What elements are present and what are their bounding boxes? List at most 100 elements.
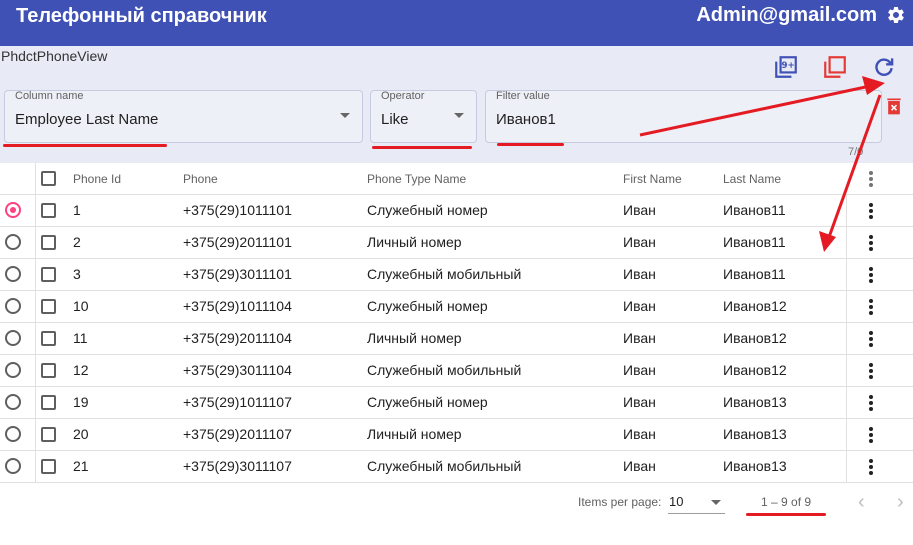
more-vert-icon[interactable] (865, 362, 877, 380)
delete-filter-icon[interactable] (884, 96, 904, 116)
row-select-radio[interactable] (5, 362, 21, 378)
more-vert-icon[interactable] (865, 426, 877, 444)
header-phone[interactable]: Phone (183, 172, 218, 186)
cell-first-name: Иван (623, 426, 656, 442)
row-checkbox[interactable] (41, 427, 56, 442)
column-divider (35, 451, 36, 482)
cell-phone: +375(29)2011104 (183, 330, 292, 346)
cell-first-name: Иван (623, 266, 656, 282)
app-title: Телефонный справочник (16, 5, 267, 27)
more-vert-icon[interactable] (865, 266, 877, 284)
select-all-checkbox[interactable] (41, 171, 56, 186)
view-name: PhdctPhoneView (1, 48, 108, 64)
column-divider (846, 259, 847, 290)
cell-last-name: Иванов12 (723, 362, 787, 378)
cell-last-name: Иванов13 (723, 458, 787, 474)
row-select-radio[interactable] (5, 458, 21, 474)
cell-last-name: Иванов12 (723, 330, 787, 346)
cell-phone-type: Личный номер (367, 426, 462, 442)
cell-first-name: Иван (623, 202, 656, 218)
column-divider (35, 259, 36, 290)
cell-phone-type: Служебный номер (367, 202, 488, 218)
refresh-icon[interactable] (871, 54, 897, 80)
row-checkbox[interactable] (41, 203, 56, 218)
header-first-name[interactable]: First Name (623, 172, 682, 186)
cell-first-name: Иван (623, 458, 656, 474)
page-size-select[interactable]: 10 (668, 493, 725, 514)
cell-phone-id: 19 (73, 394, 89, 410)
column-name-select[interactable]: Column name Employee Last Name (4, 90, 363, 143)
user-email[interactable]: Admin@gmail.com (696, 4, 877, 27)
cell-last-name: Иванов13 (723, 426, 787, 442)
table-row[interactable]: 12 +375(29)3011104 Служебный мобильный Иван… (0, 355, 913, 387)
column-name-value: Employee Last Name (15, 111, 159, 128)
operator-value: Like (381, 111, 409, 128)
row-select-radio[interactable] (5, 394, 21, 410)
table-row[interactable]: 3 +375(29)3011101 Служебный мобильный Иван И… (0, 259, 913, 291)
filter-value-label: Filter value (496, 90, 550, 102)
cell-phone: +375(29)2011107 (183, 426, 292, 442)
filter-count: 7/0 (848, 146, 864, 158)
column-divider (846, 419, 847, 450)
next-page-button[interactable]: › (897, 491, 904, 514)
more-vert-icon[interactable] (865, 298, 877, 316)
table-body: 1 +375(29)1011101 Служебный номер Иван Ивано… (0, 195, 913, 483)
filter-value-input[interactable]: Filter value Иванов1 (485, 90, 882, 143)
table-row[interactable]: 10 +375(29)1011104 Служебный номер Иван Иван… (0, 291, 913, 323)
header-phone-type[interactable]: Phone Type Name (367, 172, 466, 186)
cell-phone-id: 3 (73, 266, 81, 282)
svg-text:9+: 9+ (782, 61, 795, 71)
table-row[interactable]: 19 +375(29)1011107 Служебный номер Иван Иван… (0, 387, 913, 419)
table-row[interactable]: 21 +375(29)3011107 Служебный мобильный Иван… (0, 451, 913, 483)
row-checkbox[interactable] (41, 363, 56, 378)
cell-last-name: Иванов11 (723, 266, 786, 282)
settings-gear-icon[interactable] (886, 5, 906, 25)
cell-last-name: Иванов13 (723, 394, 787, 410)
row-checkbox[interactable] (41, 395, 56, 410)
cell-phone: +375(29)2011101 (183, 234, 292, 250)
operator-select[interactable]: Operator Like (370, 90, 477, 143)
table-row[interactable]: 1 +375(29)1011101 Служебный номер Иван Ивано… (0, 195, 913, 227)
header-last-name[interactable]: Last Name (723, 172, 781, 186)
column-name-label: Column name (15, 90, 84, 102)
operator-label: Operator (381, 90, 425, 102)
annotation-underline (497, 143, 564, 146)
row-select-radio[interactable] (5, 234, 21, 250)
more-vert-icon[interactable] (865, 202, 877, 220)
copy-all-icon[interactable]: 9+ (773, 54, 799, 80)
previous-page-button[interactable]: ‹ (858, 491, 865, 514)
more-vert-icon[interactable] (865, 330, 877, 348)
table-row[interactable]: 2 +375(29)2011101 Личный номер Иван Иванов11 (0, 227, 913, 259)
more-vert-icon[interactable] (865, 234, 877, 252)
cell-phone: +375(29)1011101 (183, 202, 292, 218)
table-row[interactable]: 20 +375(29)2011107 Личный номер Иван Иванов1… (0, 419, 913, 451)
cell-first-name: Иван (623, 234, 656, 250)
row-select-radio[interactable] (5, 202, 21, 218)
cell-phone-id: 10 (73, 298, 89, 314)
cell-phone-id: 11 (73, 330, 88, 346)
column-divider (846, 387, 847, 418)
phone-table: Phone Id Phone Phone Type Name First Nam… (0, 163, 913, 483)
cell-phone-type: Служебный мобильный (367, 458, 522, 474)
row-checkbox[interactable] (41, 459, 56, 474)
header-phone-id[interactable]: Phone Id (73, 172, 121, 186)
more-vert-icon[interactable] (865, 170, 877, 188)
filter-value-text: Иванов1 (496, 111, 556, 128)
row-select-radio[interactable] (5, 426, 21, 442)
row-checkbox[interactable] (41, 331, 56, 346)
row-checkbox[interactable] (41, 299, 56, 314)
clear-all-icon[interactable] (822, 54, 848, 80)
cell-first-name: Иван (623, 330, 656, 346)
row-select-radio[interactable] (5, 266, 21, 282)
more-vert-icon[interactable] (865, 394, 877, 412)
more-vert-icon[interactable] (865, 458, 877, 476)
row-checkbox[interactable] (41, 235, 56, 250)
row-checkbox[interactable] (41, 267, 56, 282)
row-select-radio[interactable] (5, 330, 21, 346)
column-divider (35, 419, 36, 450)
chevron-down-icon (711, 500, 721, 505)
table-row[interactable]: 11 +375(29)2011104 Личный номер Иван Иванов1… (0, 323, 913, 355)
row-select-radio[interactable] (5, 298, 21, 314)
cell-phone-type: Личный номер (367, 330, 462, 346)
cell-phone-type: Личный номер (367, 234, 462, 250)
